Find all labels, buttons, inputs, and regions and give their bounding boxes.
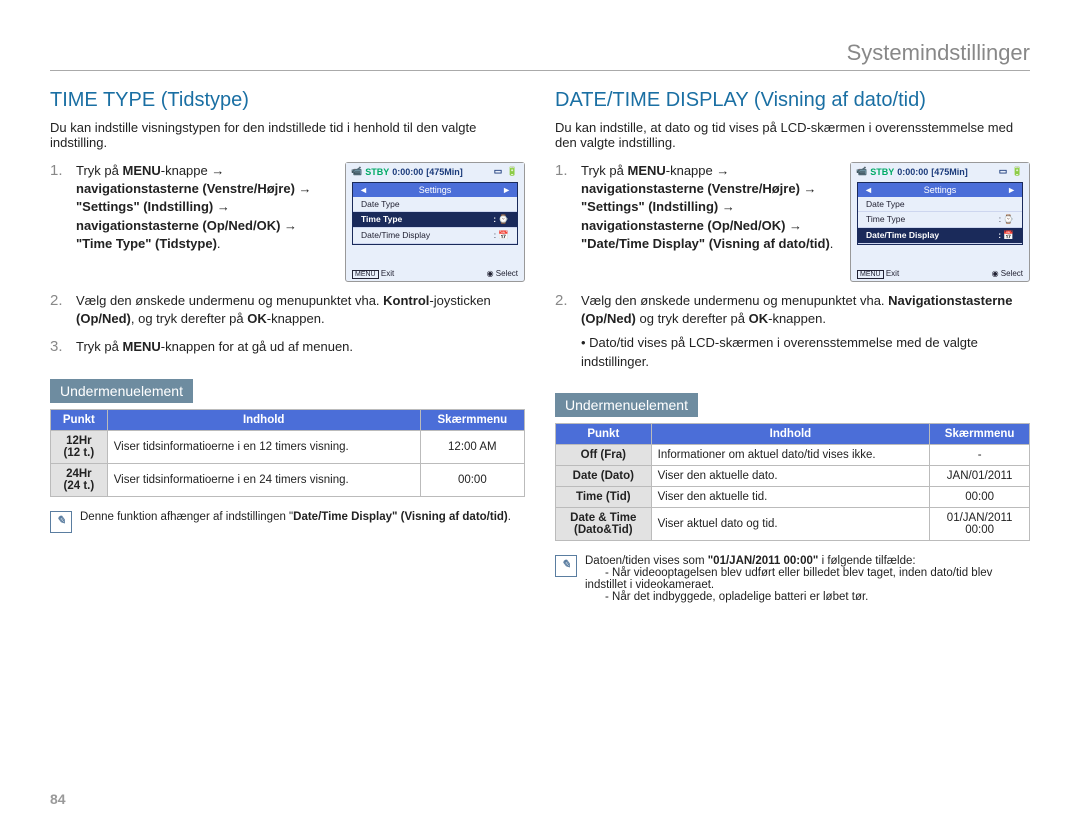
left-step3: Tryk på MENU-knappen for at gå ud af men… <box>76 338 525 356</box>
right-note: ✎ Datoen/tiden vises som "01/JAN/2011 00… <box>555 555 1030 603</box>
page-header: Systemindstillinger <box>50 40 1030 71</box>
step-number: 2. <box>555 292 571 371</box>
left-table: Punkt Indhold Skærmmenu 12Hr (12 t.) Vis… <box>50 409 525 497</box>
step-number: 1. <box>50 162 66 282</box>
left-column: TIME TYPE (Tidstype) Du kan indstille vi… <box>50 89 525 603</box>
step-number: 3. <box>50 338 66 356</box>
left-step2: Vælg den ønskede undermenu og menupunkte… <box>76 292 525 328</box>
left-intro: Du kan indstille visningstypen for den i… <box>50 120 525 150</box>
right-column: DATE/TIME DISPLAY (Visning af dato/tid) … <box>555 89 1030 603</box>
left-step1: Tryk på MENU-knappe → navigationstastern… <box>76 162 335 282</box>
lcd-screenshot-left: 📹 STBY 0:00:00 [475Min] ▭ 🔋 ◄Settings► D… <box>345 162 525 282</box>
left-title: TIME TYPE (Tidstype) <box>50 89 525 112</box>
page-number: 84 <box>50 791 66 807</box>
right-subhead: Undermenuelement <box>555 393 698 417</box>
right-title: DATE/TIME DISPLAY (Visning af dato/tid) <box>555 89 1030 112</box>
step-number: 1. <box>555 162 571 282</box>
right-step2: Vælg den ønskede undermenu og menupunkte… <box>581 292 1030 371</box>
left-note: ✎ Denne funktion afhænger af indstilling… <box>50 511 525 533</box>
step-number: 2. <box>50 292 66 328</box>
right-table: Punkt Indhold Skærmmenu Off (Fra) Inform… <box>555 423 1030 541</box>
note-icon: ✎ <box>555 555 577 577</box>
lcd-screenshot-right: 📹 STBY 0:00:00 [475Min] ▭ 🔋 ◄Settings► D… <box>850 162 1030 282</box>
note-icon: ✎ <box>50 511 72 533</box>
right-intro: Du kan indstille, at dato og tid vises p… <box>555 120 1030 150</box>
left-subhead: Undermenuelement <box>50 379 193 403</box>
right-step1: Tryk på MENU-knappe → navigationstastern… <box>581 162 840 282</box>
